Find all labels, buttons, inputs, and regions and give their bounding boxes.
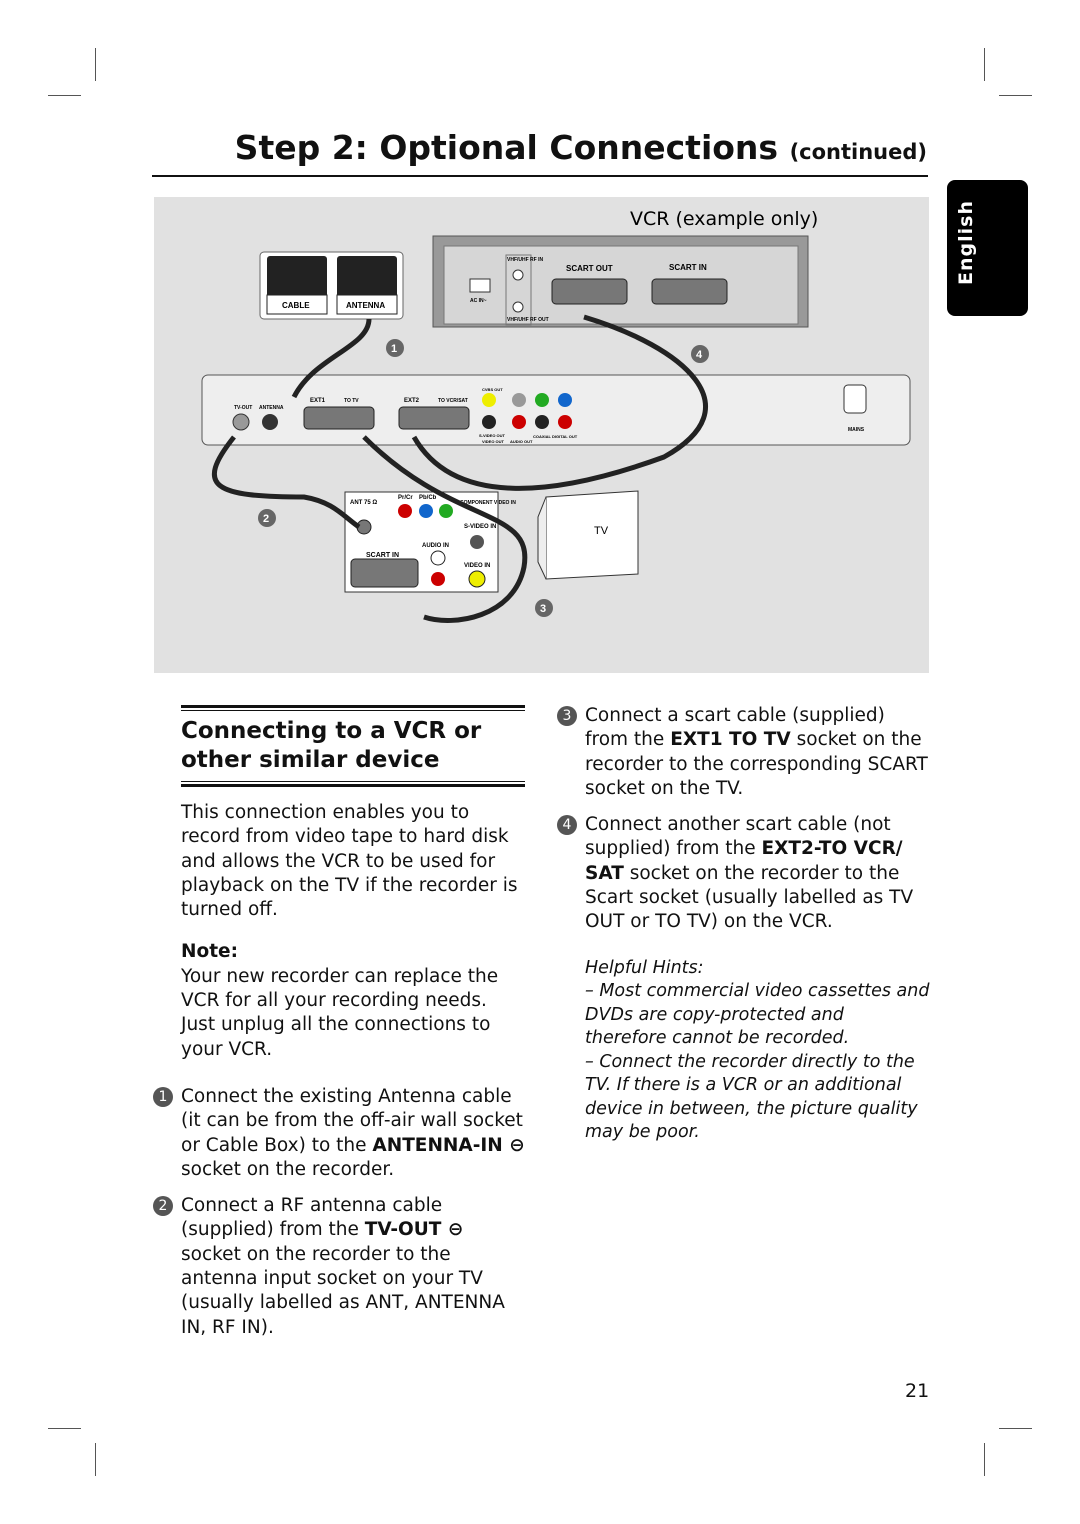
coaxial-out-label: COAXIAL DIGITAL OUT — [533, 434, 578, 439]
to-vcr-sat-label: TO VCR/SAT — [438, 398, 468, 404]
language-tab-label: English — [955, 200, 977, 285]
crop-mark — [95, 1443, 96, 1476]
step-1-bold: ANTENNA-IN ⊖ — [372, 1134, 525, 1156]
pr-cr-label: Pr/Cr — [398, 495, 413, 501]
video-out-label: VIDEO OUT — [482, 439, 505, 444]
step-number-4: 4 — [557, 815, 577, 836]
vcr-scart-in — [651, 278, 728, 305]
step-3-bold: EXT1 TO TV — [670, 729, 791, 751]
heading-rule-top — [181, 705, 525, 708]
to-tv-label: TO TV — [344, 398, 359, 404]
right-column: 3 Connect a scart cable (supplied) from t… — [557, 704, 930, 1145]
crop-mark — [984, 1443, 985, 1476]
note-text: Your new recorder can replace the VCR fo… — [181, 965, 499, 1060]
callout-1: 1 — [391, 343, 397, 355]
video-in-label: VIDEO IN — [464, 563, 490, 569]
step-3: 3 Connect a scart cable (supplied) from t… — [557, 704, 930, 801]
antenna-sources: CABLE ANTENNA — [259, 251, 404, 320]
note-label: Note: — [181, 941, 238, 963]
vcr-scart-out — [551, 278, 628, 305]
manual-page: Step 2: Optional Connections (continued)… — [0, 0, 1080, 1524]
title-main: Step 2: Optional Connections — [234, 128, 779, 167]
language-tab: English — [947, 180, 1028, 316]
ext2-socket — [398, 406, 470, 430]
intro-text: This connection enables you to record fr… — [181, 802, 518, 921]
tv-device: ANT 75 Ω Pr/Cr Pb/Cb COMPONENT VIDEO IN … — [344, 490, 639, 593]
title-suffix: (continued) — [789, 140, 927, 164]
tv-scart-in-label: SCART IN — [366, 552, 399, 559]
rf-in-label: VHF/UHF RF IN — [507, 257, 543, 263]
page-title: Step 2: Optional Connections (continued) — [235, 128, 927, 167]
step-4-text-end: socket on the recorder to the Scart sock… — [585, 862, 914, 933]
step-1-text-end: socket on the recorder. — [181, 1158, 395, 1180]
step-number-2: 2 — [153, 1196, 173, 1217]
mains-label: MAINS — [848, 427, 865, 433]
crop-mark — [999, 1428, 1032, 1429]
title-rule — [152, 175, 928, 177]
step-1: 1 Connect the existing Antenna cable (it … — [153, 1085, 525, 1182]
tv-label: TV — [594, 525, 609, 537]
ac-in-socket — [469, 278, 491, 293]
antenna-in-label: ANTENNA — [259, 405, 284, 411]
step-2-bold: TV-OUT ⊖ — [364, 1219, 464, 1241]
ac-in-label: AC IN~ — [470, 298, 487, 304]
ext1-label: EXT1 — [310, 398, 326, 404]
callout-4: 4 — [696, 349, 703, 361]
rf-cable — [212, 435, 361, 530]
pb-cb-label: Pb/Cb — [419, 495, 437, 501]
section-heading: Connecting to a VCR or other similar dev… — [181, 718, 482, 773]
audio-out-label: AUDIO OUT — [510, 439, 533, 444]
audio-in-label: AUDIO IN — [422, 543, 449, 549]
left-column: Connecting to a VCR or other similar dev… — [153, 705, 525, 1352]
connection-diagram: VCR (example only) AC IN~ VHF/UHF RF IN … — [154, 197, 929, 673]
ext2-label: EXT2 — [404, 398, 420, 404]
heading-rule-top-thin — [181, 710, 525, 711]
vcr-device: AC IN~ VHF/UHF RF IN VHF/UHF RF OUT SCAR… — [432, 235, 809, 328]
vcr-scart-out-label: SCART OUT — [566, 264, 613, 273]
hint-2: – Connect the recorder directly to the T… — [585, 1051, 918, 1143]
heading-rule-bottom-thin — [181, 781, 525, 782]
crop-mark — [984, 48, 985, 81]
tv-out-label: TV-OUT — [234, 405, 252, 411]
vcr-scart-in-label: SCART IN — [669, 263, 707, 272]
crop-mark — [48, 95, 81, 96]
step-number-1: 1 — [153, 1086, 173, 1107]
callout-3: 3 — [540, 603, 546, 615]
crop-mark — [48, 1428, 81, 1429]
cvbs-out-label: CVBS OUT — [482, 387, 503, 392]
heading-rule-bottom — [181, 784, 525, 787]
hints-label: Helpful Hints: — [585, 957, 704, 978]
step-2-text-end: socket on the recorder to the antenna in… — [181, 1243, 505, 1338]
diagram-svg: VCR (example only) AC IN~ VHF/UHF RF IN … — [201, 208, 911, 623]
tv-ant-label: ANT 75 Ω — [350, 500, 377, 506]
callout-2: 2 — [263, 513, 269, 525]
antenna-label: ANTENNA — [346, 301, 385, 310]
rf-out-label: VHF/UHF RF OUT — [507, 317, 549, 323]
crop-mark — [95, 48, 96, 81]
svideo-in-label: S-VIDEO IN — [464, 524, 496, 530]
svideo-out-label: S-VIDEO OUT — [479, 433, 506, 438]
hint-1: – Most commercial video cassettes and DV… — [585, 981, 930, 1049]
step-number-3: 3 — [557, 706, 577, 726]
step-4: 4 Connect another scart cable (not suppli… — [557, 813, 930, 934]
ext1-socket — [303, 406, 375, 430]
cable-label: CABLE — [282, 301, 310, 310]
page-number: 21 — [905, 1380, 930, 1402]
crop-mark — [999, 95, 1032, 96]
recorder-device: TV-OUT ANTENNA EXT1 TO TV EXT2 TO VCR/SA… — [201, 374, 911, 446]
vcr-caption: VCR (example only) — [630, 208, 818, 230]
step-2: 2 Connect a RF antenna cable (supplied) f… — [153, 1194, 525, 1340]
